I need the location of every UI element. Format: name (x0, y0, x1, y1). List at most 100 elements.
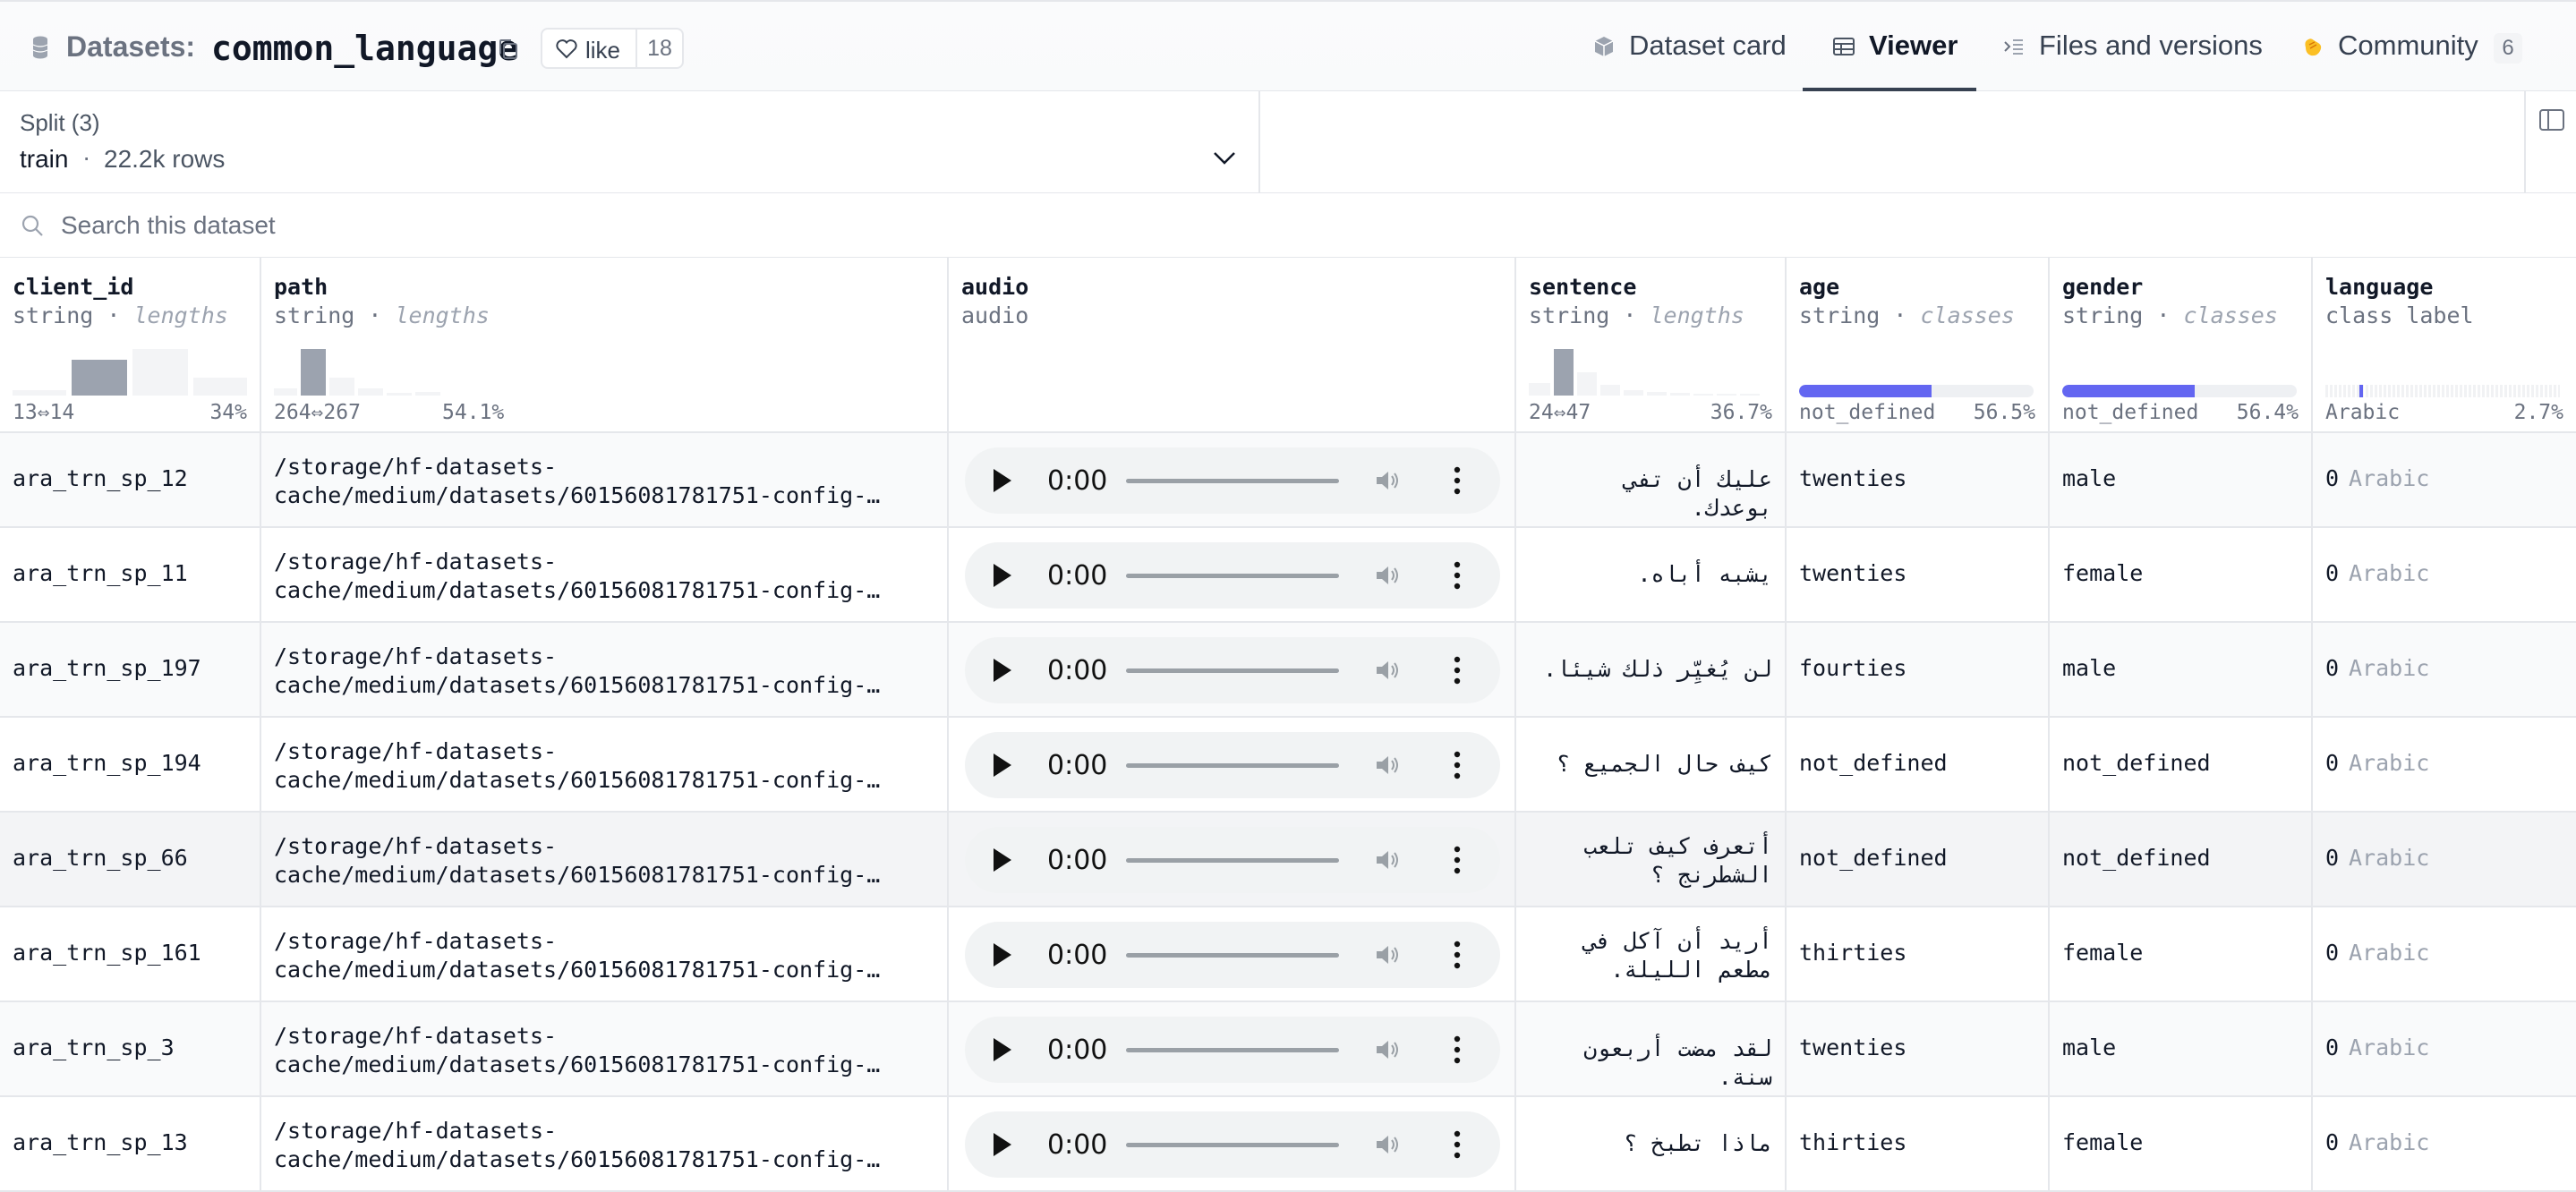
cell-age[interactable]: not_defined (1787, 813, 2050, 906)
more-options-icon[interactable] (1454, 845, 1461, 875)
cell-language[interactable]: 0 Arabic (2313, 623, 2576, 716)
table-row[interactable]: ara_trn_sp_66 /storage/hf-datasets-cache… (0, 813, 2576, 907)
table-row[interactable]: ara_trn_sp_194 /storage/hf-datasets-cach… (0, 718, 2576, 813)
copy-icon[interactable] (498, 38, 519, 61)
cell-client-id[interactable]: ara_trn_sp_12 (0, 433, 261, 526)
cell-age[interactable]: twenties (1787, 433, 2050, 526)
cell-sentence[interactable]: عليك أن تفي بوعدك. (1516, 433, 1787, 526)
play-icon[interactable] (994, 943, 1011, 966)
cell-sentence[interactable]: أتعرف كيف تلعب الشطرنج ؟ (1516, 813, 1787, 906)
column-header-sentence[interactable]: sentence string · lengths 24⇔47 36.7% (1516, 258, 1787, 433)
cell-client-id[interactable]: ara_trn_sp_13 (0, 1097, 261, 1190)
cell-age[interactable]: not_defined (1787, 718, 2050, 811)
cell-path[interactable]: /storage/hf-datasets-cache/medium/datase… (261, 813, 949, 906)
cell-sentence[interactable]: كيف حال الجميع ؟ (1516, 718, 1787, 811)
cell-path[interactable]: /storage/hf-datasets-cache/medium/datase… (261, 433, 949, 526)
table-row[interactable]: ara_trn_sp_13 /storage/hf-datasets-cache… (0, 1097, 2576, 1192)
cell-client-id[interactable]: ara_trn_sp_3 (0, 1002, 261, 1095)
cell-sentence[interactable]: لن يُغيِّر ذلك شيئا. (1516, 623, 1787, 716)
volume-icon[interactable] (1373, 562, 1400, 589)
play-icon[interactable] (994, 659, 1011, 682)
cell-path[interactable]: /storage/hf-datasets-cache/medium/datase… (261, 1002, 949, 1095)
audio-progress-bar[interactable] (1126, 763, 1339, 768)
cell-path[interactable]: /storage/hf-datasets-cache/medium/datase… (261, 528, 949, 621)
volume-icon[interactable] (1373, 1131, 1400, 1158)
audio-player[interactable]: 0:00 (965, 1017, 1500, 1083)
tab-dataset-card[interactable]: Dataset card (1591, 27, 1788, 68)
table-row[interactable]: ara_trn_sp_11 /storage/hf-datasets-cache… (0, 528, 2576, 623)
cell-age[interactable]: thirties (1787, 1097, 2050, 1190)
play-icon[interactable] (994, 564, 1011, 587)
cell-client-id[interactable]: ara_trn_sp_194 (0, 718, 261, 811)
column-header-language[interactable]: language class label Arabic 2.7% (2313, 258, 2576, 433)
cell-path[interactable]: /storage/hf-datasets-cache/medium/datase… (261, 907, 949, 1000)
cell-client-id[interactable]: ara_trn_sp_66 (0, 813, 261, 906)
split-selector[interactable]: Split (3) train · 22.2k rows (0, 91, 1260, 193)
table-row[interactable]: ara_trn_sp_197 /storage/hf-datasets-cach… (0, 623, 2576, 718)
audio-progress-bar[interactable] (1126, 1048, 1339, 1052)
cell-path[interactable]: /storage/hf-datasets-cache/medium/datase… (261, 623, 949, 716)
cell-sentence[interactable]: يشبه أباه. (1516, 528, 1787, 621)
play-icon[interactable] (994, 1133, 1011, 1156)
dataset-name[interactable]: common_language (211, 29, 518, 68)
audio-player[interactable]: 0:00 (965, 827, 1500, 893)
cell-gender[interactable]: male (2050, 433, 2313, 526)
audio-progress-bar[interactable] (1126, 574, 1339, 578)
cell-gender[interactable]: not_defined (2050, 813, 2313, 906)
column-header-path[interactable]: path string · lengths 264⇔267 54.1% (261, 258, 949, 433)
cell-gender[interactable]: not_defined (2050, 718, 2313, 811)
volume-icon[interactable] (1373, 1036, 1400, 1063)
more-options-icon[interactable] (1454, 1129, 1461, 1160)
table-row[interactable]: ara_trn_sp_3 /storage/hf-datasets-cache/… (0, 1002, 2576, 1097)
cell-language[interactable]: 0 Arabic (2313, 907, 2576, 1000)
audio-progress-bar[interactable] (1126, 668, 1339, 673)
cell-language[interactable]: 0 Arabic (2313, 813, 2576, 906)
cell-age[interactable]: twenties (1787, 1002, 2050, 1095)
column-header-audio[interactable]: audio audio (949, 258, 1516, 433)
audio-player[interactable]: 0:00 (965, 922, 1500, 988)
column-header-gender[interactable]: gender string · classes not_defined 56.4… (2050, 258, 2313, 433)
more-options-icon[interactable] (1454, 750, 1461, 780)
cell-language[interactable]: 0 Arabic (2313, 1002, 2576, 1095)
play-icon[interactable] (994, 1038, 1011, 1061)
cell-sentence[interactable]: لقد مضت أربعون سنة. (1516, 1002, 1787, 1095)
cell-client-id[interactable]: ara_trn_sp_197 (0, 623, 261, 716)
cell-sentence[interactable]: أريد أن آكل في مطعم الليلة. (1516, 907, 1787, 1000)
audio-player[interactable]: 0:00 (965, 1111, 1500, 1178)
table-row[interactable]: ara_trn_sp_12 /storage/hf-datasets-cache… (0, 433, 2576, 528)
audio-player[interactable]: 0:00 (965, 637, 1500, 703)
play-icon[interactable] (994, 469, 1011, 492)
volume-icon[interactable] (1373, 657, 1400, 684)
cell-age[interactable]: fourties (1787, 623, 2050, 716)
more-options-icon[interactable] (1454, 655, 1461, 685)
more-options-icon[interactable] (1454, 560, 1461, 591)
cell-gender[interactable]: female (2050, 528, 2313, 621)
play-icon[interactable] (994, 754, 1011, 777)
search-input[interactable] (61, 204, 1135, 247)
audio-player[interactable]: 0:00 (965, 447, 1500, 514)
cell-language[interactable]: 0 Arabic (2313, 718, 2576, 811)
datasets-label[interactable]: Datasets: (66, 30, 195, 64)
volume-icon[interactable] (1373, 752, 1400, 779)
volume-icon[interactable] (1373, 847, 1400, 873)
tab-files-and-versions[interactable]: Files and versions (2001, 27, 2270, 68)
cell-language[interactable]: 0 Arabic (2313, 1097, 2576, 1190)
chevron-down-icon[interactable] (1212, 150, 1237, 166)
tab-viewer[interactable]: Viewer (1831, 27, 1975, 68)
audio-player[interactable]: 0:00 (965, 542, 1500, 609)
table-row[interactable]: ara_trn_sp_161 /storage/hf-datasets-cach… (0, 907, 2576, 1002)
cell-path[interactable]: /storage/hf-datasets-cache/medium/datase… (261, 1097, 949, 1190)
tab-community[interactable]: Community (2300, 27, 2488, 68)
cell-gender[interactable]: female (2050, 907, 2313, 1000)
cell-gender[interactable]: male (2050, 1002, 2313, 1095)
column-header-age[interactable]: age string · classes not_defined 56.5% (1787, 258, 2050, 433)
volume-icon[interactable] (1373, 467, 1400, 494)
cell-gender[interactable]: female (2050, 1097, 2313, 1190)
audio-player[interactable]: 0:00 (965, 732, 1500, 798)
play-icon[interactable] (994, 848, 1011, 872)
cell-language[interactable]: 0 Arabic (2313, 433, 2576, 526)
column-header-client-id[interactable]: client_id string · lengths 13⇔14 34% (0, 258, 261, 433)
sidebar-toggle-icon[interactable] (2538, 107, 2565, 132)
more-options-icon[interactable] (1454, 465, 1461, 496)
audio-progress-bar[interactable] (1126, 479, 1339, 483)
